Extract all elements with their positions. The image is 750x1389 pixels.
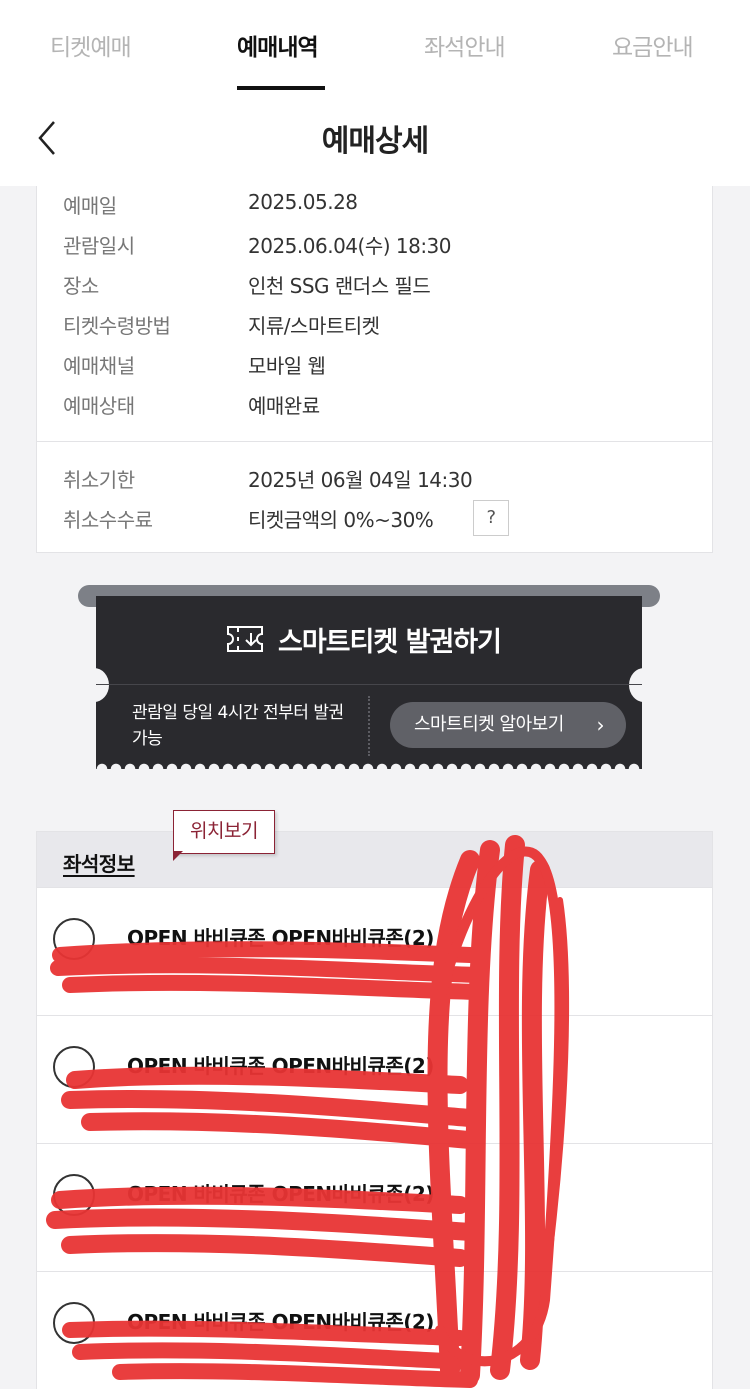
active-tab-indicator [237, 86, 325, 90]
info-label: 장소 [63, 274, 99, 298]
info-label: 예매상태 [63, 394, 135, 418]
view-location-button[interactable]: 위치보기 [173, 810, 275, 854]
info-value: 지류/스마트티켓 [248, 314, 380, 338]
info-value: 모바일 웹 [248, 354, 326, 378]
location-tag-tail [173, 851, 183, 861]
info-label: 취소기한 [63, 468, 135, 492]
info-row-booking-date: 예매일 2025.05.28 [63, 190, 703, 220]
seat-row[interactable]: OPEN 바비큐존 OPEN바비큐존(2) [37, 887, 712, 1015]
info-value: 예매완료 [248, 394, 320, 418]
seat-label: OPEN 바비큐존 OPEN바비큐존(2) [127, 1054, 434, 1078]
seat-row[interactable]: OPEN 바비큐존 OPEN바비큐존(2) [37, 1015, 712, 1143]
cancel-fee-help-button[interactable]: ? [473, 500, 509, 536]
smart-ticket-issue-card[interactable]: 스마트티켓 발권하기 관람일 당일 4시간 전부터 발권 가능 스마트티켓 알아… [79, 596, 659, 775]
info-label: 티켓수령방법 [63, 314, 171, 338]
seat-label: OPEN 바비큐존 OPEN바비큐존(2) [127, 1310, 434, 1334]
tab-booking-history[interactable]: 예매내역 [237, 28, 319, 62]
ticket-download-icon [227, 626, 263, 652]
seat-row[interactable]: OPEN 바비큐존 OPEN바비큐존(2) [37, 1271, 712, 1389]
learn-more-label: 스마트티켓 알아보기 [414, 714, 564, 735]
seat-radio[interactable] [53, 1046, 95, 1088]
smart-ticket-issue-button[interactable]: 스마트티켓 발권하기 [278, 620, 502, 659]
info-label: 관람일시 [63, 234, 135, 258]
seat-radio[interactable] [53, 1174, 95, 1216]
info-row-ticket-pickup: 티켓수령방법 지류/스마트티켓 [63, 310, 703, 340]
issue-availability-note: 관람일 당일 4시간 전부터 발권 가능 [132, 703, 344, 749]
ticket-perforation [96, 763, 642, 775]
info-value: 티켓금액의 0%~30% [248, 508, 434, 532]
dotted-divider [368, 696, 370, 756]
info-row-viewing-datetime: 관람일시 2025.06.04(수) 18:30 [63, 230, 703, 260]
seat-row[interactable]: OPEN 바비큐존 OPEN바비큐존(2) [37, 1143, 712, 1271]
info-value: 인천 SSG 랜더스 필드 [248, 274, 431, 298]
top-tab-bar: 티켓예매 예매내역 좌석안내 요금안내 [0, 0, 750, 92]
page-title: 예매상세 [321, 124, 429, 159]
seat-info-card: 좌석정보 OPEN 바비큐존 OPEN바비큐존(2) OPEN 바비큐존 OPE… [36, 831, 713, 1389]
tab-ticket-booking[interactable]: 티켓예매 [50, 28, 132, 62]
divider [37, 441, 712, 442]
ticket-notch-right [629, 668, 659, 702]
seat-info-title: 좌석정보 [63, 852, 135, 876]
seat-info-header: 좌석정보 [37, 832, 712, 887]
info-row-booking-status: 예매상태 예매완료 [63, 390, 703, 420]
tab-seat-guide[interactable]: 좌석안내 [424, 28, 506, 62]
seat-radio[interactable] [53, 918, 95, 960]
info-value: 2025년 06월 04일 14:30 [248, 468, 473, 492]
info-row-booking-channel: 예매채널 모바일 웹 [63, 350, 703, 380]
page-header: 예매상세 [0, 92, 750, 186]
booking-info-card: 예매일 2025.05.28 관람일시 2025.06.04(수) 18:30 … [36, 186, 713, 553]
tab-price-guide[interactable]: 요금안내 [612, 28, 694, 62]
info-row-cancel-deadline: 취소기한 2025년 06월 04일 14:30 [63, 464, 703, 494]
divider [96, 684, 642, 685]
info-label: 취소수수료 [63, 508, 153, 532]
info-value: 2025.06.04(수) 18:30 [248, 234, 452, 258]
info-label: 예매채널 [63, 354, 135, 378]
info-value: 2025.05.28 [248, 190, 358, 214]
chevron-right-icon: › [596, 713, 605, 737]
smart-ticket-learn-more-button[interactable]: 스마트티켓 알아보기 › [390, 702, 626, 748]
info-row-cancel-fee: 취소수수료 티켓금액의 0%~30% ? [63, 500, 703, 536]
info-label: 예매일 [63, 194, 117, 218]
ticket-notch-left [79, 668, 109, 702]
info-row-venue: 장소 인천 SSG 랜더스 필드 [63, 270, 703, 300]
seat-label: OPEN 바비큐존 OPEN바비큐존(2) [127, 926, 434, 950]
seat-label: OPEN 바비큐존 OPEN바비큐존(2) [127, 1182, 434, 1206]
seat-radio[interactable] [53, 1302, 95, 1344]
